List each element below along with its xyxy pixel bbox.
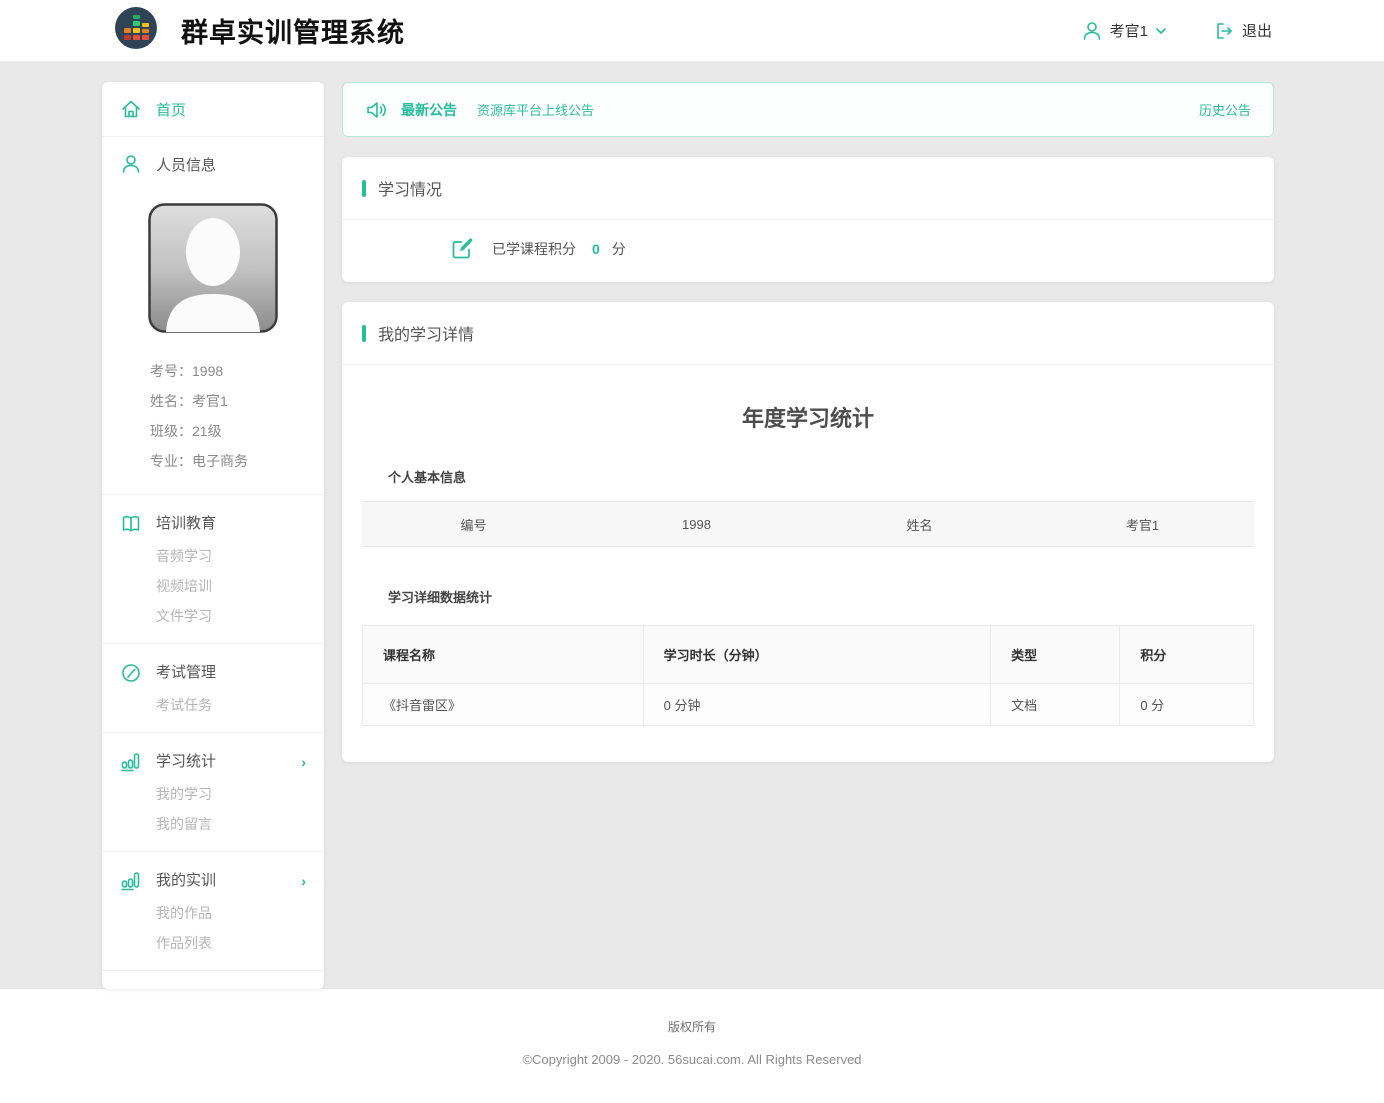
- latest-announcement-label: 最新公告: [401, 100, 457, 120]
- home-icon: [120, 98, 142, 120]
- clock-icon: [120, 662, 142, 684]
- sidebar-subitem-file-study[interactable]: 文件学习: [120, 601, 306, 631]
- chevron-right-icon: ›: [301, 864, 306, 898]
- profile-exam-no: 考号：1998: [150, 356, 324, 386]
- sidebar-subitem-my-study[interactable]: 我的学习: [120, 779, 306, 809]
- col-score: 积分: [1120, 626, 1254, 684]
- basic-id-label: 编号: [362, 515, 585, 534]
- score-label: 已学课程积分: [492, 239, 576, 259]
- sidebar-item-study-stats[interactable]: 学习统计 ›: [120, 745, 306, 779]
- profile-fields: 考号：1998 姓名：考官1 班级：21级 专业：电子商务: [102, 350, 324, 480]
- sidebar-group-training: 培训教育 音频学习 视频培训 文件学习: [102, 495, 324, 644]
- sidebar-item-label: 考试管理: [156, 656, 216, 690]
- sidebar-item-home[interactable]: 首页: [102, 82, 324, 137]
- basic-info-row: 编号 1998 姓名 考官1: [362, 501, 1254, 547]
- logout-icon: [1213, 20, 1235, 42]
- page-footer: 版权所有 ©Copyright 2009 - 2020. 56sucai.com…: [0, 989, 1384, 1103]
- table-header-row: 课程名称 学习时长（分钟） 类型 积分: [363, 626, 1254, 684]
- avatar: [148, 203, 278, 338]
- announcement-bar: 最新公告 资源库平台上线公告 历史公告: [342, 82, 1274, 137]
- sidebar: 首页 人员信息 考号：1998: [102, 82, 324, 989]
- basic-name-label: 姓名: [808, 515, 1031, 534]
- sidebar-item-exam-mgmt[interactable]: 考试管理: [120, 656, 306, 690]
- speaker-icon: [365, 98, 389, 122]
- logout-label: 退出: [1242, 20, 1272, 41]
- study-status-card: 学习情况 已学课程积分 0 分: [342, 157, 1274, 282]
- chevron-down-icon: [1155, 25, 1167, 37]
- sidebar-item-label: 首页: [156, 99, 186, 120]
- study-detail-card: 我的学习详情 年度学习统计 个人基本信息 编号 1998 姓名 考官1 学习详细…: [342, 302, 1274, 762]
- user-name: 考官1: [1110, 20, 1148, 41]
- profile-block: 考号：1998 姓名：考官1 班级：21级 专业：电子商务: [102, 191, 324, 495]
- study-status-title: 学习情况: [378, 176, 442, 200]
- score-row: 已学课程积分 0 分: [342, 220, 1274, 282]
- table-row: 《抖音雷区》 0 分钟 文档 0 分: [363, 684, 1254, 726]
- sidebar-subitem-audio-study[interactable]: 音频学习: [120, 541, 306, 571]
- history-announcement-link[interactable]: 历史公告: [1199, 100, 1251, 119]
- sidebar-group-exam: 考试管理 考试任务: [102, 644, 324, 733]
- sidebar-item-label: 我的实训: [156, 864, 216, 898]
- score-value: 0: [592, 241, 600, 257]
- sidebar-subitem-video-training[interactable]: 视频培训: [120, 571, 306, 601]
- basic-id-value: 1998: [585, 517, 808, 532]
- cell-course-name: 《抖音雷区》: [363, 684, 644, 726]
- sidebar-subitem-my-messages[interactable]: 我的留言: [120, 809, 306, 839]
- cell-type: 文档: [991, 684, 1120, 726]
- sidebar-item-label: 学习统计: [156, 745, 216, 779]
- brand: 群卓实训管理系统: [113, 5, 405, 56]
- sidebar-group-study-stats: 学习统计 › 我的学习 我的留言: [102, 733, 324, 852]
- report-title: 年度学习统计: [362, 401, 1254, 433]
- sidebar-subitem-exam-task[interactable]: 考试任务: [120, 690, 306, 720]
- col-duration: 学习时长（分钟）: [643, 626, 990, 684]
- study-detail-title: 我的学习详情: [378, 321, 474, 345]
- person-icon: [120, 153, 142, 175]
- bar-chart-icon: [120, 870, 142, 892]
- profile-name: 姓名：考官1: [150, 386, 324, 416]
- stats-label: 学习详细数据统计: [388, 587, 1254, 606]
- title-accent-bar: [362, 325, 366, 342]
- sidebar-subitem-my-works[interactable]: 我的作品: [120, 898, 306, 928]
- app-title: 群卓实训管理系统: [181, 11, 405, 50]
- main-content: 最新公告 资源库平台上线公告 历史公告 学习情况 已学课程积分 0 分 我的学习…: [342, 82, 1274, 762]
- profile-class: 班级：21级: [150, 416, 324, 446]
- profile-major: 专业：电子商务: [150, 446, 324, 476]
- sidebar-item-my-practice[interactable]: 我的实训 ›: [120, 864, 306, 898]
- user-menu[interactable]: 考官1: [1081, 20, 1167, 42]
- score-unit: 分: [612, 239, 626, 259]
- sidebar-item-label: 培训教育: [156, 507, 216, 541]
- bar-chart-icon: [120, 751, 142, 773]
- study-stats-table: 课程名称 学习时长（分钟） 类型 积分 《抖音雷区》 0 分钟 文档 0 分: [362, 625, 1254, 726]
- basic-name-value: 考官1: [1031, 515, 1254, 534]
- basic-info-label: 个人基本信息: [388, 467, 1254, 486]
- sidebar-group-my-practice: 我的实训 › 我的作品 作品列表: [102, 852, 324, 971]
- sidebar-item-personnel[interactable]: 人员信息: [102, 137, 324, 191]
- col-course-name: 课程名称: [363, 626, 644, 684]
- copyright-cn: 版权所有: [0, 1018, 1384, 1035]
- chevron-right-icon: ›: [301, 745, 306, 779]
- cell-score: 0 分: [1120, 684, 1254, 726]
- app-logo-icon: [113, 5, 159, 56]
- top-bar: 群卓实训管理系统 考官1 退出: [0, 0, 1384, 62]
- sidebar-item-training[interactable]: 培训教育: [120, 507, 306, 541]
- col-type: 类型: [991, 626, 1120, 684]
- edit-icon: [450, 237, 474, 261]
- user-icon: [1081, 20, 1103, 42]
- title-accent-bar: [362, 180, 366, 197]
- sidebar-item-label: 人员信息: [156, 154, 216, 175]
- logout-button[interactable]: 退出: [1213, 20, 1272, 42]
- page-body: 首页 人员信息 考号：1998: [0, 62, 1384, 989]
- cell-duration: 0 分钟: [643, 684, 990, 726]
- sidebar-footer-spacer: [102, 971, 324, 989]
- announcement-link[interactable]: 资源库平台上线公告: [477, 100, 594, 119]
- copyright-en: ©Copyright 2009 - 2020. 56sucai.com. All…: [0, 1052, 1384, 1067]
- book-icon: [120, 513, 142, 535]
- sidebar-subitem-works-list[interactable]: 作品列表: [120, 928, 306, 958]
